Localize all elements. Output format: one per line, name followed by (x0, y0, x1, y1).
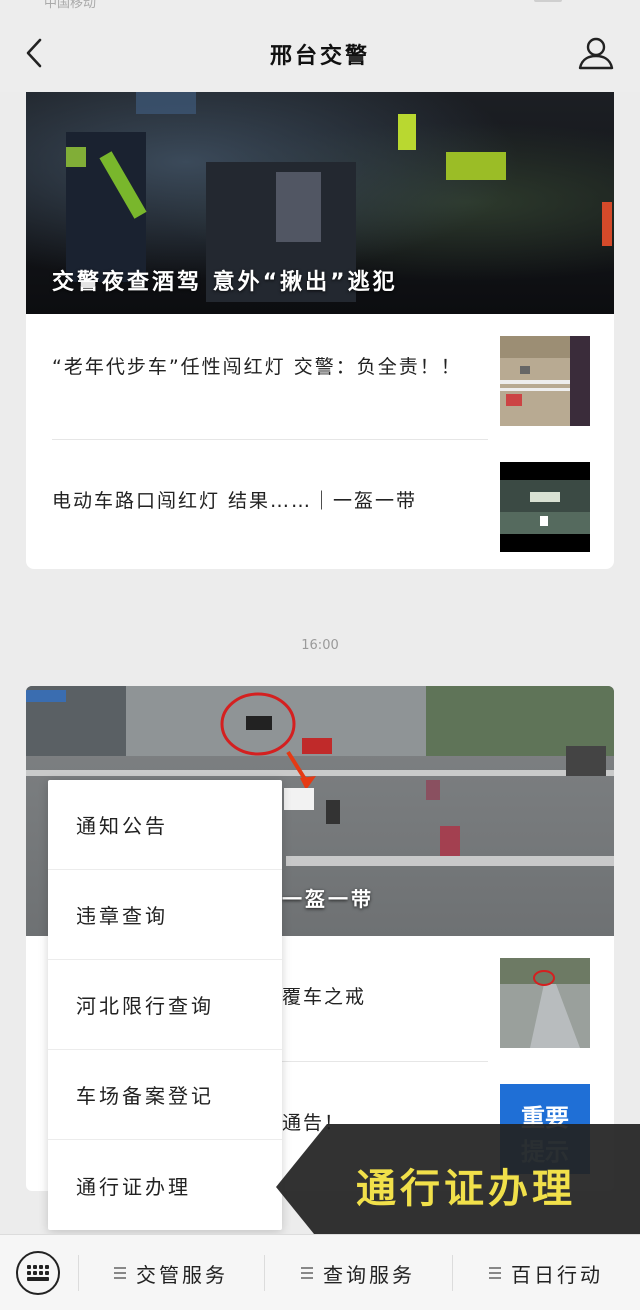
caption-overlay: 通行证办理 (276, 1124, 640, 1250)
menu-lines-icon (114, 1267, 126, 1279)
service-popup-menu: 通知公告 违章查询 河北限行查询 车场备案登记 通行证办理 (48, 780, 282, 1230)
hero-title: 一盔一带 (282, 887, 374, 911)
menu-hundred-day-action[interactable]: 百日行动 (452, 1235, 640, 1310)
menu-item-violation-query[interactable]: 违章查询 (48, 870, 282, 960)
menu-traffic-services[interactable]: 交管服务 (78, 1235, 264, 1310)
article-thumbnail (500, 958, 590, 1048)
hero-article-1[interactable]: 交警夜查酒驾 意外“揪出”逃犯 (26, 92, 614, 314)
menu-lines-icon (301, 1267, 313, 1279)
nav-header: 邢台交警 (0, 14, 640, 92)
menu-item-parking-registration[interactable]: 车场备案登记 (48, 1050, 282, 1140)
article-title: 覆车之戒 (282, 986, 367, 1008)
article-thumbnail (500, 462, 590, 552)
menu-item-hebei-restriction[interactable]: 河北限行查询 (48, 960, 282, 1050)
battery-icon (534, 0, 562, 2)
user-icon (578, 37, 614, 70)
carrier-label: 中国移动 (44, 0, 97, 11)
menu-item-pass-permit[interactable]: 通行证办理 (48, 1140, 282, 1230)
menu-label: 查询服务 (323, 1262, 415, 1287)
menu-label: 百日行动 (511, 1262, 603, 1287)
bottom-menu-bar: 交管服务 查询服务 百日行动 (0, 1234, 640, 1310)
menu-query-services[interactable]: 查询服务 (264, 1235, 452, 1310)
menu-item-notice[interactable]: 通知公告 (48, 780, 282, 870)
article-thumbnail (500, 336, 590, 426)
profile-button[interactable] (576, 34, 616, 74)
article-title: 电动车路口闯红灯 结果……｜一盔一带 (52, 490, 418, 512)
list-item[interactable]: 电动车路口闯红灯 结果……｜一盔一带 (26, 440, 614, 566)
list-item[interactable]: “老年代步车”任性闯红灯 交警：负全责！！ (26, 314, 614, 440)
article-card-1: 交警夜查酒驾 意外“揪出”逃犯 “老年代步车”任性闯红灯 交警：负全责！！ 电动… (26, 92, 614, 569)
hero-title: 交警夜查酒驾 意外“揪出”逃犯 (52, 270, 398, 295)
caption-text: 通行证办理 (356, 1165, 576, 1212)
menu-lines-icon (489, 1267, 501, 1279)
status-bar: 中国移动 (0, 0, 640, 14)
page-title: 邢台交警 (269, 44, 370, 69)
keyboard-icon (27, 1265, 49, 1281)
keyboard-toggle-button[interactable] (16, 1251, 60, 1295)
article-title: “老年代步车”任性闯红灯 交警：负全责！！ (52, 356, 462, 378)
timestamp: 16:00 (301, 638, 339, 653)
menu-label: 交管服务 (136, 1262, 228, 1287)
